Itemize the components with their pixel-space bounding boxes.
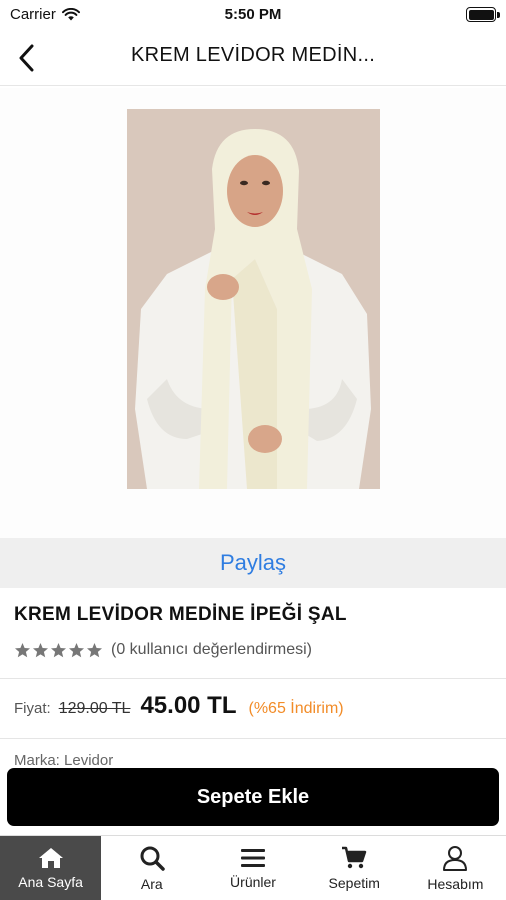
current-price: 45.00 TL [140, 692, 237, 719]
product-detail-content[interactable]: Paylaş KREM LEVİDOR MEDİNE İPEĞİ ŞAL (0 … [0, 88, 506, 768]
brand-text: Marka: Levidor [14, 752, 114, 768]
price-label: Fiyat: [14, 700, 51, 717]
star-icon [15, 642, 30, 657]
tab-cart[interactable]: Sepetim [304, 836, 405, 900]
star-icon [69, 642, 84, 657]
tab-label: Hesabım [427, 875, 484, 892]
rating-count-text: (0 kullanıcı değerlendirmesi) [111, 641, 312, 658]
back-button[interactable] [8, 40, 44, 76]
discount-badge: (%65 İndirim) [248, 700, 344, 717]
battery-level [468, 9, 494, 20]
status-time: 5:50 PM [224, 6, 282, 23]
tab-label: Ana Sayfa [18, 873, 83, 890]
navigation-bar: KREM LEVİDOR MEDİN... [0, 30, 506, 86]
menu-icon [241, 848, 265, 867]
star-icon [87, 642, 102, 657]
tab-label: Ürünler [230, 873, 276, 890]
home-icon [38, 847, 63, 868]
page-title: KREM LEVİDOR MEDİN... [130, 44, 376, 66]
battery-tip [497, 12, 500, 18]
product-title: KREM LEVİDOR MEDİNE İPEĞİ ŞAL [14, 604, 347, 625]
user-icon [443, 845, 468, 871]
tab-home[interactable]: Ana Sayfa [0, 836, 102, 900]
divider [0, 738, 506, 739]
star-icon [33, 642, 48, 657]
old-price: 129.00 TL [58, 700, 131, 717]
star-icon [51, 642, 66, 657]
tab-products[interactable]: Ürünler [202, 836, 303, 900]
cart-icon [342, 846, 367, 868]
tab-search[interactable]: Ara [101, 836, 202, 900]
share-link[interactable]: Paylaş [220, 550, 286, 576]
search-icon [140, 846, 165, 871]
tab-bar: Ana Sayfa Ara Ürünler Sepetim Hesabım [0, 835, 506, 900]
add-to-cart-button[interactable]: Sepete Ekle [7, 768, 499, 826]
tab-label: Ara [140, 875, 163, 892]
tab-label: Sepetim [328, 874, 380, 891]
chevron-left-icon [19, 44, 34, 72]
status-bar: Carrier 5:50 PM [0, 0, 506, 30]
share-bar: Paylaş [0, 538, 506, 588]
divider [0, 678, 506, 679]
rating-row: (0 kullanıcı değerlendirmesi) [14, 641, 312, 659]
tab-account[interactable]: Hesabım [405, 836, 506, 900]
model-illustration [127, 109, 380, 489]
product-image-area [0, 88, 506, 538]
rating-stars [14, 642, 103, 659]
product-photo[interactable] [127, 109, 380, 489]
battery-icon [466, 7, 496, 22]
price-row: Fiyat: 129.00 TL 45.00 TL (%65 İndirim) [14, 692, 344, 720]
